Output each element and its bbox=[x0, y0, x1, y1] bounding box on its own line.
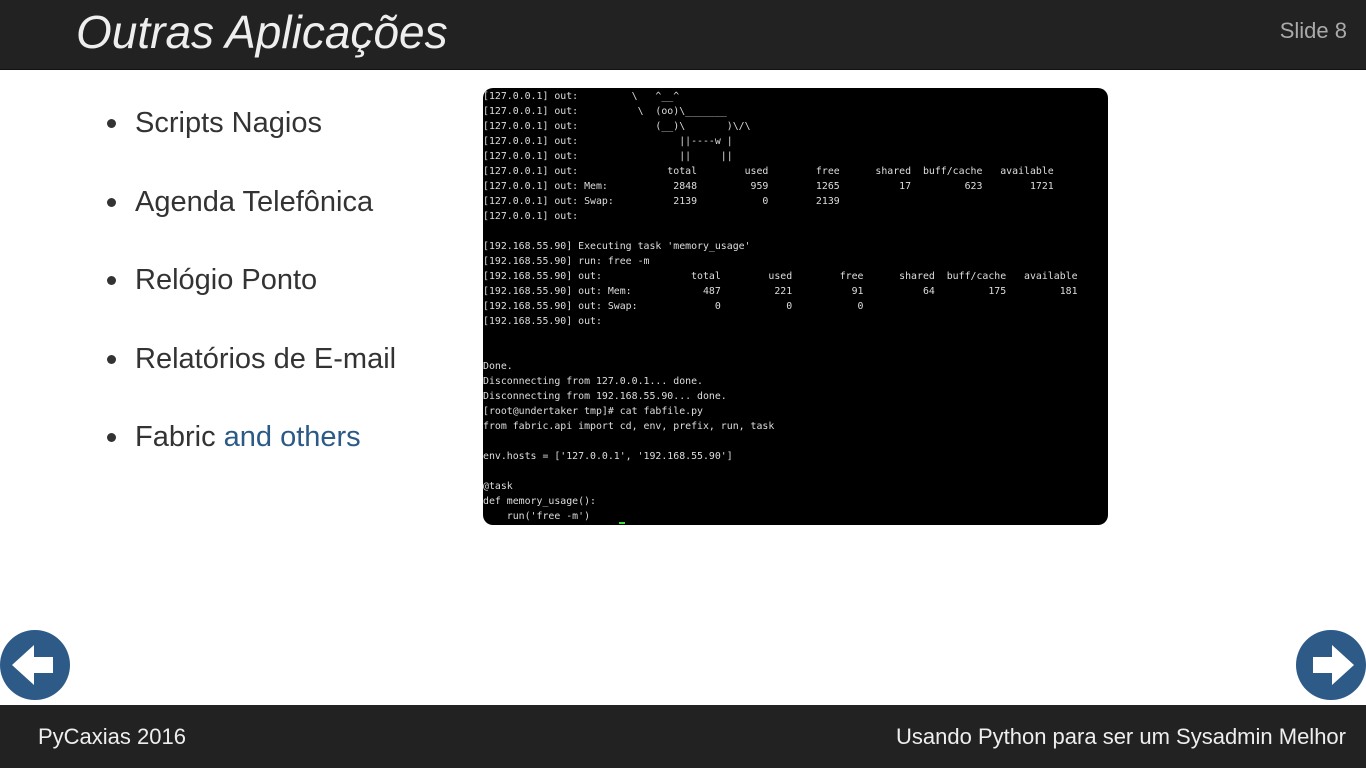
event-name: PyCaxias 2016 bbox=[38, 724, 186, 749]
terminal-screenshot: [127.0.0.1] out: \ ^__^ [127.0.0.1] out:… bbox=[483, 88, 1108, 525]
previous-slide-button[interactable] bbox=[0, 630, 70, 700]
bullet-item: Agenda Telefônica bbox=[107, 175, 396, 254]
bullet-item: Fabric and others bbox=[107, 410, 396, 489]
bullet-text: Agenda Telefônica bbox=[135, 185, 374, 218]
bullet-dot-icon bbox=[107, 354, 116, 364]
bullet-item: Relatórios de E-mail bbox=[107, 332, 396, 411]
bullet-dot-icon bbox=[107, 197, 116, 207]
terminal-cursor bbox=[619, 522, 625, 524]
bullet-text: Relógio Ponto bbox=[135, 264, 318, 297]
slide-title: Outras Aplicações bbox=[76, 6, 448, 58]
bullet-dot-icon bbox=[107, 119, 116, 128]
bullet-item: Relógio Ponto bbox=[107, 253, 396, 332]
bullet-text: Fabric bbox=[135, 421, 224, 454]
bullet-dot-icon bbox=[107, 276, 116, 286]
slide-header: Outras Aplicações Slide 8 bbox=[0, 0, 1366, 70]
bullet-item: Scripts Nagios bbox=[107, 96, 396, 175]
next-slide-button[interactable] bbox=[1296, 630, 1366, 700]
terminal-output: [127.0.0.1] out: \ ^__^ [127.0.0.1] out:… bbox=[483, 91, 1078, 522]
and-others-link[interactable]: and others bbox=[224, 421, 361, 453]
presentation-title: Usando Python para ser um Sysadmin Melho… bbox=[896, 724, 1346, 749]
bullet-dot-icon bbox=[107, 433, 116, 443]
bullet-list: Scripts Nagios Agenda Telefônica Relógio… bbox=[107, 96, 396, 489]
slide-footer: PyCaxias 2016 Usando Python para ser um … bbox=[0, 705, 1366, 768]
arrow-left-icon bbox=[12, 645, 53, 685]
arrow-right-icon bbox=[1313, 645, 1354, 685]
bullet-text: Relatórios de E-mail bbox=[135, 342, 397, 375]
bullet-text: Scripts Nagios bbox=[135, 107, 322, 139]
slide-number: Slide 8 bbox=[1279, 18, 1347, 43]
